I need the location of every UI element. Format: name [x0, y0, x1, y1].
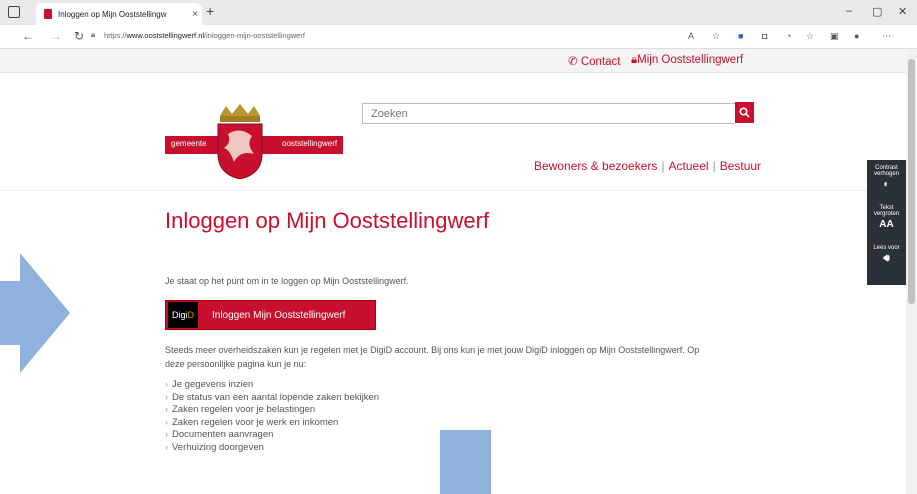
digid-logo-icon: Digi D	[168, 302, 198, 328]
tab-actions-icon[interactable]	[8, 6, 20, 18]
new-tab-button[interactable]: +	[206, 3, 214, 19]
favorites-icon[interactable]: ☆	[806, 31, 814, 42]
list-item: › Zaken regelen voor je werk en inkomen	[165, 416, 339, 428]
nav-separator: |	[712, 159, 716, 173]
chevron-right-icon: ›	[165, 379, 168, 389]
search-button[interactable]	[735, 102, 754, 123]
browser-tab[interactable]: Inloggen op Mijn Ooststellingw ×	[36, 3, 202, 25]
more-icon[interactable]: ⋯	[882, 31, 891, 42]
read-aloud-icon[interactable]: A	[688, 31, 694, 41]
nav-separator: |	[661, 159, 665, 173]
scrollbar-thumb[interactable]	[908, 59, 915, 304]
maximize-button[interactable]: ▢	[872, 5, 882, 18]
contact-link[interactable]: ✆ Contact	[568, 54, 620, 68]
forward-icon[interactable]: →	[50, 29, 62, 43]
address-bar: ← → ↻ 🔒︎ https://www.ooststellingwerf.nl…	[0, 25, 917, 49]
list-item: › Je gegevens inzien	[165, 379, 254, 390]
speaker-icon: 🔊︎	[883, 253, 890, 264]
lock-icon[interactable]: 🔒︎	[91, 30, 95, 40]
page-scrollbar[interactable]	[906, 49, 917, 494]
refresh-icon[interactable]: ↻	[74, 29, 84, 43]
contrast-label: Contrast verhogen	[873, 165, 900, 177]
accessibility-panel: Contrast verhogen ◐ Tekst vergroten AA L…	[867, 160, 906, 285]
chevron-right-icon: ›	[165, 429, 168, 440]
digid-description: Steeds meer overheidszaken kun je regele…	[165, 345, 700, 369]
minimize-button[interactable]: –	[846, 5, 852, 17]
site-favicon-icon	[44, 9, 52, 19]
login-button-label: Inloggen Mijn Ooststellingwerf	[212, 309, 346, 321]
profile-icon[interactable]: ●	[854, 31, 859, 41]
chevron-right-icon: ›	[165, 404, 168, 415]
list-item: › Zaken regelen voor je belastingen	[165, 404, 316, 416]
read-aloud-label: Lees voor	[873, 245, 900, 251]
read-aloud-toggle[interactable]: Lees voor 🔊︎	[867, 245, 906, 285]
page-title: Inloggen op Mijn Ooststellingwerf	[165, 208, 490, 233]
list-item: › Verhuizing doorgeven	[165, 441, 264, 453]
municipality-logo[interactable]: gemeente ooststellingwerf	[165, 104, 343, 179]
list-item: › De status van een aantal lopende zaken …	[165, 391, 380, 403]
header	[0, 73, 906, 191]
favorite-add-icon[interactable]: ☆	[712, 31, 720, 42]
logo-text-ooststellingwerf: ooststellingwerf	[282, 139, 338, 148]
phone-icon: ✆	[568, 56, 578, 68]
back-icon[interactable]: ←	[22, 29, 34, 43]
text-size-toggle[interactable]: Tekst vergroten AA	[867, 205, 906, 245]
chevron-right-icon: ›	[165, 391, 168, 402]
crest-icon	[217, 104, 263, 179]
nav-actueel[interactable]: Actueel	[669, 159, 709, 173]
url-field[interactable]: https://www.ooststellingwerf.nl/inloggen…	[104, 31, 305, 40]
main-navigation: Bewoners & bezoekers | Actueel | Bestuur	[534, 159, 761, 173]
contrast-icon: ◐	[883, 179, 890, 190]
chevron-right-icon: ›	[165, 416, 168, 427]
contrast-toggle[interactable]: Contrast verhogen ◐	[867, 165, 906, 205]
extension-3-icon[interactable]: ◔	[786, 31, 791, 41]
chevron-right-icon: ›	[165, 441, 168, 452]
highlight-rectangle	[440, 430, 491, 494]
search-icon	[739, 107, 750, 118]
nav-bewoners[interactable]: Bewoners & bezoekers	[534, 159, 657, 173]
logo-text-gemeente: gemeente	[171, 139, 207, 148]
browser-tabstrip: Inloggen op Mijn Ooststellingw × + – ▢ ✕	[0, 0, 917, 25]
close-window-button[interactable]: ✕	[898, 5, 907, 18]
mijn-ooststellingwerf-link[interactable]: 🔒︎Mijn Ooststellingwerf	[631, 54, 743, 67]
text-size-label: Tekst vergroten	[873, 205, 900, 217]
utility-bar: ✆ Contact 🔒︎Mijn Ooststellingwerf	[0, 49, 906, 73]
list-item: › Documenten aanvragen	[165, 429, 274, 441]
text-size-icon: AA	[879, 219, 894, 230]
arrow-right-icon	[0, 253, 70, 373]
intro-text: Je staat op het punt om in te loggen op …	[165, 276, 409, 286]
collections-icon[interactable]: ▣	[830, 31, 839, 42]
digid-login-button[interactable]: Digi D Inloggen Mijn Ooststellingwerf	[165, 300, 376, 330]
tab-title: Inloggen op Mijn Ooststellingw	[58, 9, 167, 19]
feature-list: › Je gegevens inzien › De status van een a…	[165, 378, 379, 454]
nav-bestuur[interactable]: Bestuur	[720, 159, 761, 173]
extension-2-icon[interactable]: ◘	[762, 31, 767, 41]
search-input[interactable]	[362, 103, 735, 124]
tab-close-icon[interactable]: ×	[188, 9, 202, 20]
extension-icon[interactable]: ■	[738, 31, 743, 41]
